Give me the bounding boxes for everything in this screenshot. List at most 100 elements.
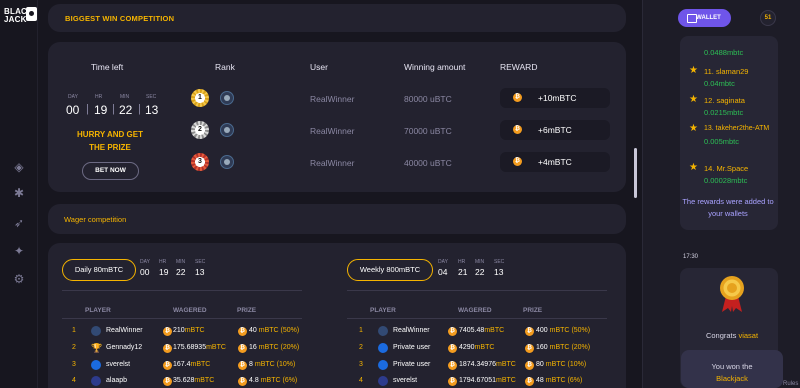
bitcoin-icon: ₿	[163, 344, 172, 353]
bet-now-button[interactable]: BET NOW	[82, 162, 139, 180]
bitcoin-icon: ₿	[238, 361, 247, 370]
gear-cluster-icon[interactable]: ✱	[12, 186, 26, 200]
rank-1-medal-icon: 1	[191, 89, 209, 107]
bitcoin-icon: ₿	[238, 377, 247, 386]
weekly-competition-pill[interactable]: Weekly 800mBTC	[347, 259, 433, 281]
message-timestamp: 17:30	[683, 254, 699, 260]
congrats-text: Congrats viasat	[705, 331, 759, 340]
bitcoin-icon: ₿	[163, 327, 172, 336]
countdown-label: HR	[95, 94, 103, 100]
main-scrollbar[interactable]	[634, 148, 637, 198]
settings-icon[interactable]: ⚙	[12, 272, 26, 286]
magic-icon[interactable]: ✦	[12, 244, 26, 258]
bitcoin-icon: ₿	[238, 327, 247, 336]
blackjack-logo[interactable]: BLACK JACK	[4, 6, 37, 28]
rank-2-medal-icon: 2	[191, 121, 209, 139]
bitcoin-icon: ₿	[448, 361, 457, 370]
leaderboard-name: 13. takeher2the-ATM	[704, 125, 770, 132]
player-column-header: PLAYER	[370, 307, 396, 314]
bitcoin-icon: ₿	[513, 157, 522, 166]
countdown-minutes: 22	[475, 267, 485, 277]
bitcoin-icon: ₿	[448, 344, 457, 353]
avatar	[378, 376, 388, 386]
countdown-minutes: 22	[176, 267, 186, 277]
time-left-header: Time left	[91, 62, 124, 72]
divider	[62, 318, 302, 319]
winning-amount: 80000 uBTC	[404, 94, 452, 104]
biggest-win-title-bar: BIGGEST WIN COMPETITION	[48, 4, 626, 32]
countdown-label: DAY	[438, 259, 448, 265]
star-icon: ★	[689, 65, 698, 76]
private-user-icon	[378, 360, 388, 370]
award-medal-icon	[720, 276, 744, 312]
countdown-days: 00	[66, 103, 80, 117]
prize-column-header: PRIZE	[523, 307, 543, 314]
bitcoin-icon: ₿	[525, 361, 534, 370]
bitcoin-icon: ₿	[525, 327, 534, 336]
countdown-seconds: 13	[195, 267, 205, 277]
online-users-badge[interactable]: 51	[760, 10, 776, 26]
left-nav-rail: BLACK JACK ◈ ✱ ➶ ✦ ⚙	[0, 0, 38, 388]
private-user-icon	[378, 343, 388, 353]
reward-badge: ₿ +4mBTC	[500, 152, 610, 172]
trophy-icon: 🏆	[91, 343, 103, 353]
avatar	[91, 376, 101, 386]
winning-amount: 40000 uBTC	[404, 158, 452, 168]
countdown-days: 04	[438, 267, 448, 277]
avatar	[220, 123, 234, 137]
countdown-hours: 19	[159, 267, 169, 277]
countdown-label: MIN	[475, 259, 485, 265]
leaderboard-value: 0.005mbtc	[704, 137, 740, 146]
divider	[347, 318, 607, 319]
avatar	[91, 326, 101, 336]
user-header: User	[310, 62, 328, 72]
rank-header: Rank	[215, 62, 235, 72]
countdown-hours: 21	[458, 267, 468, 277]
countdown-minutes: 22	[119, 103, 133, 117]
bitcoin-icon: ₿	[238, 344, 247, 353]
leaderboard-value: 0.0215mbtc	[704, 108, 744, 117]
avatar	[220, 155, 234, 169]
winner-user: RealWinner	[310, 158, 355, 168]
bitcoin-icon: ₿	[163, 377, 172, 386]
rules-link[interactable]: Rules	[783, 381, 798, 387]
wagered-column-header: WAGERED	[458, 307, 492, 314]
biggest-win-title: BIGGEST WIN COMPETITION	[65, 14, 175, 23]
bitcoin-icon: ₿	[448, 327, 457, 336]
winner-user: RealWinner	[310, 94, 355, 104]
won-line: You won the	[711, 362, 753, 371]
countdown-label: SEC	[494, 259, 505, 265]
bitcoin-icon: ₿	[513, 93, 522, 102]
countdown-days: 00	[140, 267, 150, 277]
leaderboard-name: 11. slaman29	[704, 67, 749, 76]
rocket-icon[interactable]: ➶	[12, 216, 26, 230]
leaderboard-name: 14. Mr.Space	[704, 164, 749, 173]
leaderboard-value: 0.00028mbtc	[704, 176, 748, 185]
countdown-hours: 19	[94, 103, 108, 117]
countdown-seconds: 13	[145, 103, 159, 117]
rank-3-medal-icon: 3	[191, 153, 209, 171]
bitcoin-icon: ₿	[525, 344, 534, 353]
countdown-label: DAY	[140, 259, 150, 265]
daily-competition-pill[interactable]: Daily 80mBTC	[62, 259, 136, 281]
wallet-button[interactable]: WALLET	[678, 9, 731, 27]
bitcoin-icon: ₿	[448, 377, 457, 386]
countdown-label: HR	[458, 259, 466, 265]
countdown-seconds: 13	[494, 267, 504, 277]
countdown-label: DAY	[68, 94, 78, 100]
star-icon: ★	[689, 94, 698, 105]
countdown-label: MIN	[176, 259, 186, 265]
countdown-label: HR	[159, 259, 167, 265]
reward-header: REWARD	[500, 62, 538, 72]
winner-user: RealWinner	[310, 126, 355, 136]
prize-column-header: PRIZE	[237, 307, 257, 314]
countdown-label: SEC	[146, 94, 157, 100]
won-game-card: You won the Blackjack	[681, 350, 783, 388]
dice-icon[interactable]: ◈	[12, 160, 26, 174]
bitcoin-icon: ₿	[513, 125, 522, 134]
divider	[347, 290, 607, 291]
avatar	[378, 326, 388, 336]
winning-amount-header: Winning amount	[404, 62, 466, 72]
wager-title-bar: Wager competition	[48, 204, 626, 234]
app-root: BLACK JACK ◈ ✱ ➶ ✦ ⚙ BIGGEST WIN COMPETIT…	[0, 0, 800, 388]
